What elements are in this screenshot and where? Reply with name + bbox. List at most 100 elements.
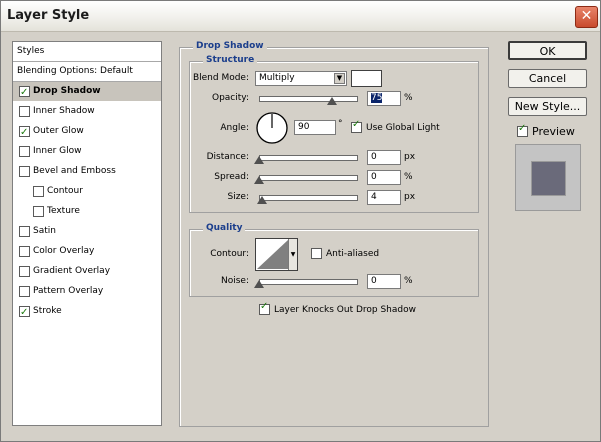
spread-label: Spread:	[214, 172, 249, 182]
contour-picker[interactable]: ▼	[255, 238, 298, 271]
knocks-out-label: Layer Knocks Out Drop Shadow	[274, 305, 416, 315]
angle-label: Angle:	[220, 123, 249, 133]
style-item-checkbox[interactable]	[19, 123, 30, 142]
style-item-label: Stroke	[33, 306, 62, 316]
angle-dial[interactable]	[255, 111, 289, 145]
style-item-label: Inner Shadow	[33, 106, 95, 116]
style-item-checkbox[interactable]	[19, 106, 30, 117]
style-item-label: Texture	[47, 206, 80, 216]
ok-button[interactable]: OK	[508, 41, 587, 60]
size-unit: px	[404, 192, 416, 202]
style-item-pattern-overlay[interactable]: Pattern Overlay	[13, 282, 161, 301]
style-item-label: Drop Shadow	[33, 86, 101, 96]
blend-mode-label: Blend Mode:	[192, 73, 249, 83]
style-item-gradient-overlay[interactable]: Gradient Overlay	[13, 262, 161, 281]
style-item-checkbox[interactable]	[19, 146, 30, 157]
opacity-unit: %	[404, 93, 413, 103]
preview-checkbox[interactable]	[517, 123, 528, 137]
noise-input[interactable]: 0	[367, 274, 401, 289]
style-item-contour[interactable]: Contour	[13, 182, 161, 201]
style-item-label: Color Overlay	[33, 246, 95, 256]
noise-slider-track[interactable]	[259, 279, 358, 285]
style-item-checkbox[interactable]	[19, 83, 30, 102]
style-item-label: Satin	[33, 226, 56, 236]
style-item-checkbox[interactable]	[33, 206, 44, 217]
style-item-checkbox[interactable]	[19, 226, 30, 237]
window-title: Layer Style	[7, 8, 90, 23]
distance-slider-thumb[interactable]	[254, 156, 264, 164]
angle-input[interactable]: 90	[294, 120, 336, 135]
noise-unit: %	[404, 276, 413, 286]
spread-slider-thumb[interactable]	[254, 176, 264, 184]
style-item-label: Gradient Overlay	[33, 266, 111, 276]
noise-label: Noise:	[221, 276, 249, 286]
preview-thumbnail	[515, 144, 581, 211]
styles-list: Styles Blending Options: Default Drop Sha…	[12, 41, 162, 426]
style-item-bevel-and-emboss[interactable]: Bevel and Emboss	[13, 162, 161, 181]
style-item-inner-shadow[interactable]: Inner Shadow	[13, 102, 161, 121]
distance-label: Distance:	[206, 152, 249, 162]
chevron-down-icon: ▼	[334, 73, 345, 84]
style-item-label: Bevel and Emboss	[33, 166, 116, 176]
chevron-down-icon: ▼	[288, 239, 297, 270]
size-slider-track[interactable]	[259, 195, 358, 201]
title-bar: Layer Style ✕	[1, 1, 600, 32]
style-item-checkbox[interactable]	[19, 266, 30, 277]
style-item-label: Contour	[47, 186, 83, 196]
use-global-light-checkbox[interactable]	[351, 119, 362, 133]
opacity-slider-track[interactable]	[259, 96, 358, 102]
style-item-satin[interactable]: Satin	[13, 222, 161, 241]
style-item-blending-options-default[interactable]: Blending Options: Default	[13, 62, 161, 82]
anti-aliased-label: Anti-aliased	[326, 249, 380, 259]
shadow-color-swatch[interactable]	[351, 70, 382, 87]
preview-label: Preview	[532, 125, 575, 138]
style-item-inner-glow[interactable]: Inner Glow	[13, 142, 161, 161]
knocks-out-checkbox[interactable]	[259, 301, 270, 315]
opacity-input[interactable]: 75	[367, 91, 401, 106]
style-item-label: Inner Glow	[33, 146, 82, 156]
layer-style-dialog: Layer Style ✕ Styles Blending Options: D…	[0, 0, 601, 442]
angle-unit: °	[338, 119, 343, 129]
style-item-label: Blending Options: Default	[17, 66, 133, 76]
close-icon: ✕	[580, 8, 593, 24]
distance-input[interactable]: 0	[367, 150, 401, 165]
size-label: Size:	[227, 192, 249, 202]
distance-slider-track[interactable]	[259, 155, 358, 161]
quality-title: Quality	[203, 223, 246, 233]
style-item-texture[interactable]: Texture	[13, 202, 161, 221]
style-item-label: Pattern Overlay	[33, 286, 104, 296]
structure-title: Structure	[203, 55, 258, 65]
preview-swatch	[531, 161, 566, 196]
styles-header[interactable]: Styles	[13, 42, 161, 62]
style-item-label: Outer Glow	[33, 126, 84, 136]
contour-label: Contour:	[210, 249, 249, 259]
blend-mode-select[interactable]: Multiply ▼	[255, 71, 347, 86]
close-button[interactable]: ✕	[575, 6, 598, 28]
style-item-outer-glow[interactable]: Outer Glow	[13, 122, 161, 142]
quality-group	[189, 229, 479, 297]
spread-input[interactable]: 0	[367, 170, 401, 185]
opacity-slider-thumb[interactable]	[326, 97, 337, 105]
size-slider-thumb[interactable]	[257, 196, 267, 204]
opacity-label: Opacity:	[212, 93, 249, 103]
style-item-drop-shadow[interactable]: Drop Shadow	[13, 82, 161, 102]
spread-slider-track[interactable]	[259, 175, 358, 181]
cancel-button[interactable]: Cancel	[508, 69, 587, 88]
style-item-checkbox[interactable]	[19, 166, 30, 177]
noise-slider-thumb[interactable]	[254, 280, 264, 288]
style-item-color-overlay[interactable]: Color Overlay	[13, 242, 161, 261]
contour-preview-icon	[257, 240, 288, 269]
drop-shadow-title: Drop Shadow	[193, 41, 267, 51]
size-input[interactable]: 4	[367, 190, 401, 205]
style-item-checkbox[interactable]	[19, 286, 30, 297]
angle-dial-icon	[256, 112, 288, 144]
anti-aliased-checkbox[interactable]	[311, 248, 322, 259]
style-item-checkbox[interactable]	[33, 186, 44, 197]
new-style-button[interactable]: New Style...	[508, 97, 587, 116]
spread-unit: %	[404, 172, 413, 182]
style-item-checkbox[interactable]	[19, 246, 30, 257]
distance-unit: px	[404, 152, 416, 162]
use-global-light-label: Use Global Light	[366, 123, 440, 133]
style-item-stroke[interactable]: Stroke	[13, 302, 161, 322]
style-item-checkbox[interactable]	[19, 303, 30, 322]
